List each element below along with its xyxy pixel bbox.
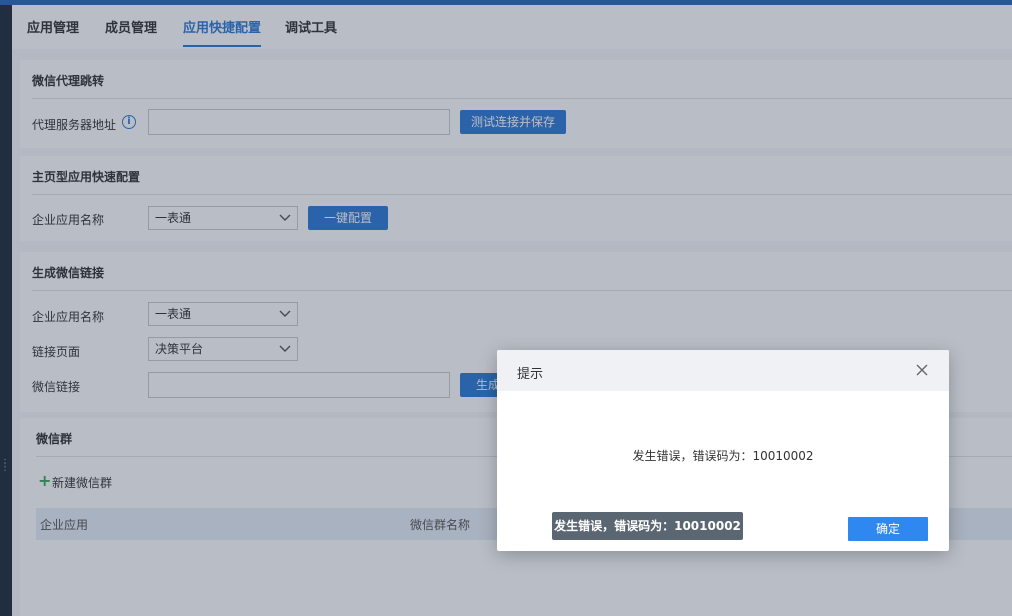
error-toast: 发生错误，错误码为：10010002 — [552, 512, 743, 540]
dialog-message: 发生错误，错误码为：10010002 — [632, 449, 814, 463]
dialog-title: 提示 — [517, 367, 544, 382]
close-icon[interactable] — [915, 363, 929, 377]
confirm-button[interactable]: 确定 — [848, 517, 928, 541]
dialog-header: 提示 — [497, 350, 949, 391]
